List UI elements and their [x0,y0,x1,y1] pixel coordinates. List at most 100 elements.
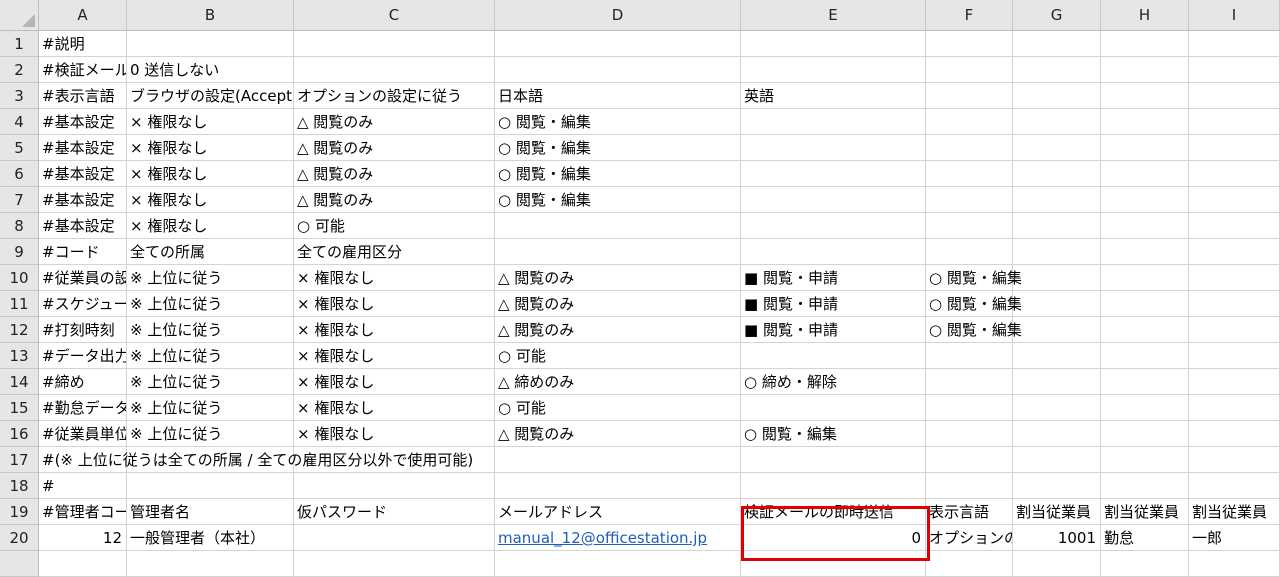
column-header-d[interactable]: D [495,0,741,31]
row-header-18[interactable]: 18 [0,473,39,499]
cell-inext[interactable] [1189,551,1280,577]
cell-hnext[interactable] [1101,551,1189,577]
column-header-b[interactable]: B [127,0,294,31]
column-header-i[interactable]: I [1189,0,1280,31]
cell-i2[interactable] [1189,57,1280,83]
cell-e2[interactable] [741,57,926,83]
cell-c18[interactable] [294,473,495,499]
cell-e8[interactable] [741,213,926,239]
cell-f18[interactable] [926,473,1013,499]
cell-b15[interactable]: ※ 上位に従う [127,395,294,421]
cell-a10[interactable]: #従業員の設 [39,265,127,291]
cell-d18[interactable] [495,473,741,499]
cell-h11[interactable] [1101,291,1189,317]
row-header-next[interactable] [0,551,39,577]
cell-c7[interactable]: △ 閲覧のみ [294,187,495,213]
cell-g10[interactable] [1013,265,1101,291]
column-header-f[interactable]: F [926,0,1013,31]
cell-h12[interactable] [1101,317,1189,343]
row-header-1[interactable]: 1 [0,31,39,57]
cell-a13[interactable]: #データ出力 [39,343,127,369]
cell-c12[interactable]: × 権限なし [294,317,495,343]
cell-c6[interactable]: △ 閲覧のみ [294,161,495,187]
cell-e16[interactable]: ○ 閲覧・編集 [741,421,926,447]
cell-i4[interactable] [1189,109,1280,135]
cell-f14[interactable] [926,369,1013,395]
cell-f9[interactable] [926,239,1013,265]
cell-e10[interactable]: ■ 閲覧・申請 [741,265,926,291]
cell-a17[interactable]: #(※ 上位に従うは全ての所属 / 全ての雇用区分以外で使用可能) [39,447,473,473]
cell-a20[interactable]: 12 [39,525,127,551]
row-header-20[interactable]: 20 [0,525,39,551]
cell-a11[interactable]: #スケジュー [39,291,127,317]
cell-b3[interactable]: ブラウザの設定(Accept [127,83,294,109]
cell-fnext[interactable] [926,551,1013,577]
cell-h7[interactable] [1101,187,1189,213]
cell-i10[interactable] [1189,265,1280,291]
cell-b12[interactable]: ※ 上位に従う [127,317,294,343]
cell-d10[interactable]: △ 閲覧のみ [495,265,741,291]
cell-f4[interactable] [926,109,1013,135]
cell-c4[interactable]: △ 閲覧のみ [294,109,495,135]
cell-e9[interactable] [741,239,926,265]
cell-i12[interactable] [1189,317,1280,343]
cell-c14[interactable]: × 権限なし [294,369,495,395]
cell-b13[interactable]: ※ 上位に従う [127,343,294,369]
cell-a9[interactable]: #コード [39,239,127,265]
cell-e1[interactable] [741,31,926,57]
cell-g12[interactable] [1013,317,1101,343]
cell-f5[interactable] [926,135,1013,161]
cell-d6[interactable]: ○ 閲覧・編集 [495,161,741,187]
cell-dnext[interactable] [495,551,741,577]
cell-a6[interactable]: #基本設定 [39,161,127,187]
cell-g18[interactable] [1013,473,1101,499]
cell-e18[interactable] [741,473,926,499]
cell-g11[interactable] [1013,291,1101,317]
cell-i18[interactable] [1189,473,1280,499]
row-header-6[interactable]: 6 [0,161,39,187]
cell-i9[interactable] [1189,239,1280,265]
cell-i17[interactable] [1189,447,1280,473]
cell-a12[interactable]: #打刻時刻 [39,317,127,343]
cell-b6[interactable]: × 権限なし [127,161,294,187]
cell-g1[interactable] [1013,31,1101,57]
cell-a16[interactable]: #従業員単位 [39,421,127,447]
cell-g8[interactable] [1013,213,1101,239]
cell-f7[interactable] [926,187,1013,213]
cell-a19[interactable]: #管理者コー [39,499,127,525]
cell-e5[interactable] [741,135,926,161]
cell-c13[interactable]: × 権限なし [294,343,495,369]
cell-h10[interactable] [1101,265,1189,291]
cell-f8[interactable] [926,213,1013,239]
cell-g13[interactable] [1013,343,1101,369]
select-all-corner[interactable] [0,0,39,31]
cell-b4[interactable]: × 権限なし [127,109,294,135]
cell-b2[interactable]: 0 送信しない [127,57,294,83]
row-header-10[interactable]: 10 [0,265,39,291]
cell-h4[interactable] [1101,109,1189,135]
cell-g7[interactable] [1013,187,1101,213]
column-header-e[interactable]: E [741,0,926,31]
cell-g19[interactable]: 割当従業員 [1013,499,1101,525]
row-header-15[interactable]: 15 [0,395,39,421]
cell-h20[interactable]: 勤怠 [1101,525,1189,551]
cell-a4[interactable]: #基本設定 [39,109,127,135]
cell-c2[interactable] [294,57,495,83]
cell-i13[interactable] [1189,343,1280,369]
cell-d17[interactable] [495,447,741,473]
cell-g4[interactable] [1013,109,1101,135]
cell-c20[interactable] [294,525,495,551]
cell-h16[interactable] [1101,421,1189,447]
cell-b10[interactable]: ※ 上位に従う [127,265,294,291]
cell-d19[interactable]: メールアドレス [495,499,741,525]
cell-g16[interactable] [1013,421,1101,447]
cell-g5[interactable] [1013,135,1101,161]
row-header-14[interactable]: 14 [0,369,39,395]
cell-f16[interactable] [926,421,1013,447]
cell-i20[interactable]: 一郎 [1189,525,1280,551]
cell-d2[interactable] [495,57,741,83]
cell-f11[interactable]: ○ 閲覧・編集 [926,291,1022,317]
cell-c11[interactable]: × 権限なし [294,291,495,317]
cell-f15[interactable] [926,395,1013,421]
row-header-4[interactable]: 4 [0,109,39,135]
